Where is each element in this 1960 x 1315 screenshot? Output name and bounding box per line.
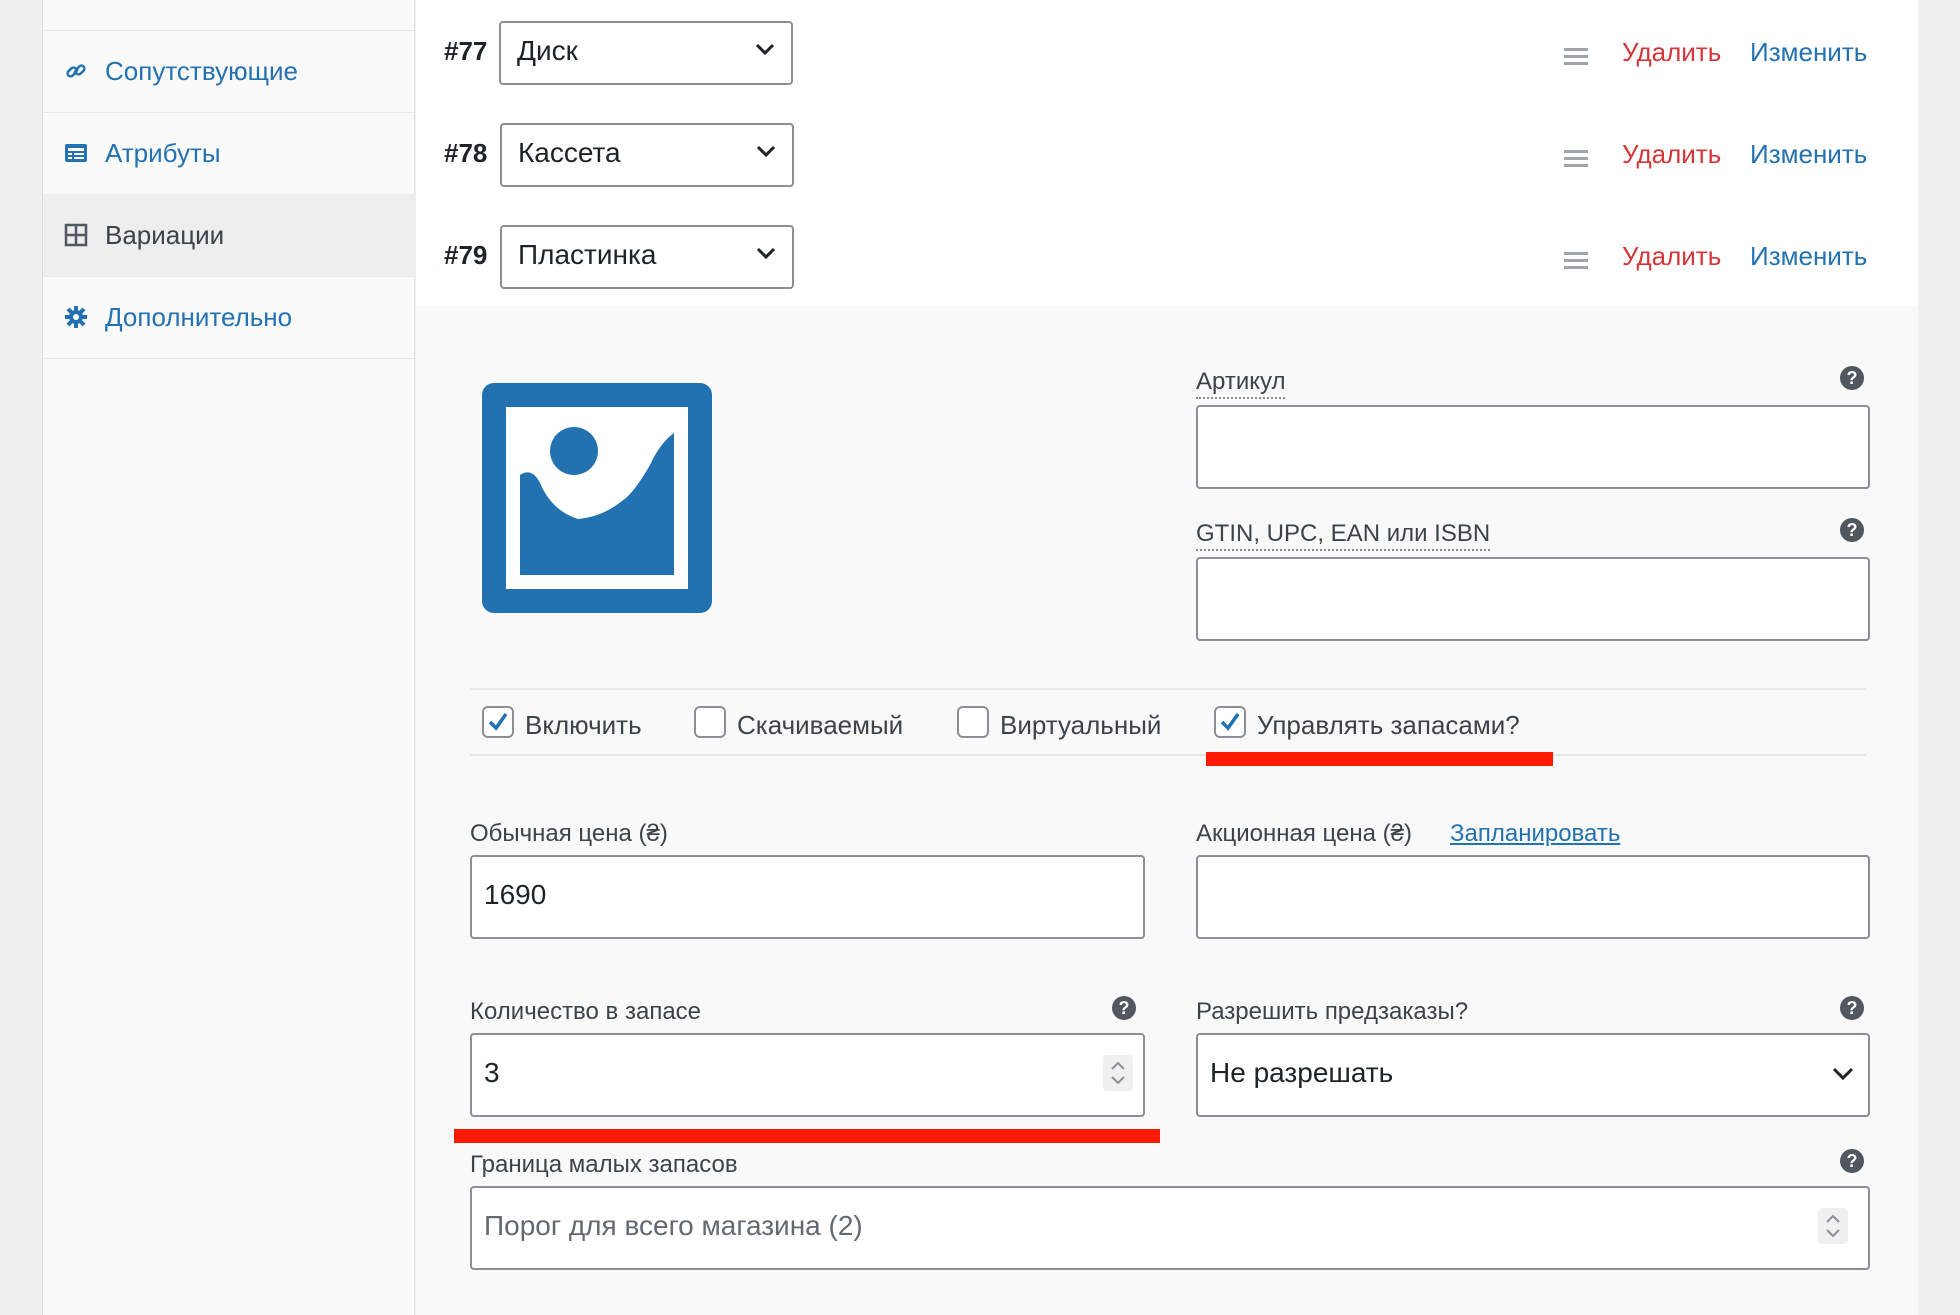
edit-variation-link[interactable]: Изменить: [1750, 241, 1867, 272]
help-icon[interactable]: ?: [1840, 366, 1864, 390]
highlight-underline: [1206, 752, 1553, 766]
sidebar-item-label: Вариации: [105, 219, 225, 250]
manage-stock-checkbox[interactable]: [1214, 706, 1246, 738]
variation-row: #79 Пластинка Удалить Изменить: [416, 204, 1918, 307]
delete-variation-link[interactable]: Удалить: [1622, 37, 1721, 68]
stock-quantity-stepper[interactable]: 3: [470, 1033, 1145, 1117]
gtin-label: GTIN, UPC, EAN или ISBN: [1196, 520, 1491, 551]
sale-price-label: Акционная цена (₴): [1196, 820, 1412, 847]
highlight-underline: [454, 1129, 1160, 1143]
variation-number: #78: [444, 138, 488, 168]
sku-input[interactable]: [1196, 405, 1870, 489]
stock-quantity-label: Количество в запасе: [470, 998, 702, 1025]
variation-attribute-select[interactable]: Диск: [499, 21, 793, 85]
image-placeholder-icon: [482, 383, 712, 613]
manage-stock-label[interactable]: Управлять запасами?: [1257, 710, 1520, 741]
virtual-label[interactable]: Виртуальный: [1000, 710, 1161, 741]
help-icon[interactable]: ?: [1840, 1149, 1864, 1173]
sidebar-item-label: Атрибуты: [105, 137, 221, 168]
divider: [470, 754, 1866, 756]
variation-attribute-select[interactable]: Кассета: [500, 123, 794, 187]
grid-icon: [63, 222, 89, 248]
delete-variation-link[interactable]: Удалить: [1622, 241, 1721, 272]
spinner-arrows-icon[interactable]: [1103, 1055, 1133, 1091]
sidebar-item-variations[interactable]: Вариации: [43, 194, 416, 277]
regular-price-label: Обычная цена (₴): [470, 820, 668, 847]
variation-number: #79: [444, 240, 488, 270]
backorders-value: Не разрешать: [1210, 1057, 1394, 1088]
variation-row: #77 Диск Удалить Изменить: [416, 0, 1918, 103]
sidebar-item-partial: [43, 0, 416, 31]
sidebar-item-label: Дополнительно: [105, 301, 293, 332]
link-icon: [63, 58, 89, 84]
low-stock-label: Граница малых запасов: [470, 1151, 738, 1178]
chevron-down-icon: [756, 247, 776, 260]
downloadable-label[interactable]: Скачиваемый: [737, 710, 903, 741]
stock-quantity-value: 3: [484, 1057, 500, 1088]
select-value: Пластинка: [518, 239, 657, 270]
attributes-icon: [63, 140, 89, 166]
product-data-tabs: Сопутствующие Атрибуты Вариации Дополнит…: [42, 0, 416, 1315]
sidebar-item-label: Сопутствующие: [105, 55, 298, 86]
drag-handle-icon[interactable]: [1564, 48, 1588, 69]
variation-details: Артикул ? GTIN, UPC, EAN или ISBN ? Вклю…: [416, 306, 1918, 1315]
virtual-checkbox[interactable]: [957, 706, 989, 738]
enabled-checkbox[interactable]: [482, 706, 514, 738]
gtin-input[interactable]: [1196, 557, 1870, 641]
chevron-down-icon: [1832, 1067, 1854, 1081]
variation-image-upload[interactable]: [482, 383, 712, 613]
help-icon[interactable]: ?: [1840, 996, 1864, 1020]
sale-price-input[interactable]: [1196, 855, 1870, 939]
sidebar-item-attributes[interactable]: Атрибуты: [43, 112, 416, 195]
variation-number: #77: [444, 36, 488, 66]
sidebar-item-advanced[interactable]: Дополнительно: [43, 276, 416, 359]
drag-handle-icon[interactable]: [1564, 252, 1588, 273]
delete-variation-link[interactable]: Удалить: [1622, 139, 1721, 170]
low-stock-placeholder: Порог для всего магазина (2): [484, 1210, 863, 1241]
schedule-sale-link[interactable]: Запланировать: [1450, 820, 1620, 848]
gear-icon: [63, 304, 89, 330]
select-value: Кассета: [518, 137, 621, 168]
downloadable-checkbox[interactable]: [694, 706, 726, 738]
divider: [470, 688, 1866, 690]
edit-variation-link[interactable]: Изменить: [1750, 139, 1867, 170]
regular-price-value: 1690: [484, 879, 547, 910]
edit-variation-link[interactable]: Изменить: [1750, 37, 1867, 68]
variations-panel: #77 Диск Удалить Изменить #78 Кассета Уд…: [416, 0, 1918, 1315]
spinner-arrows-icon[interactable]: [1818, 1208, 1848, 1244]
drag-handle-icon[interactable]: [1564, 150, 1588, 171]
regular-price-input[interactable]: 1690: [470, 855, 1145, 939]
backorders-select[interactable]: Не разрешать: [1196, 1033, 1870, 1117]
enabled-label[interactable]: Включить: [525, 710, 642, 741]
sku-label: Артикул: [1196, 368, 1286, 399]
backorders-label: Разрешить предзаказы?: [1196, 998, 1469, 1025]
select-value: Диск: [517, 35, 578, 66]
chevron-down-icon: [755, 43, 775, 56]
sidebar-item-linked-products[interactable]: Сопутствующие: [43, 30, 416, 113]
checkmark-icon: [1220, 712, 1240, 731]
checkmark-icon: [488, 712, 508, 731]
variation-attribute-select[interactable]: Пластинка: [500, 225, 794, 289]
variation-row: #78 Кассета Удалить Изменить: [416, 102, 1918, 205]
chevron-down-icon: [756, 145, 776, 158]
help-icon[interactable]: ?: [1112, 996, 1136, 1020]
low-stock-input[interactable]: Порог для всего магазина (2): [470, 1186, 1870, 1270]
help-icon[interactable]: ?: [1840, 518, 1864, 542]
